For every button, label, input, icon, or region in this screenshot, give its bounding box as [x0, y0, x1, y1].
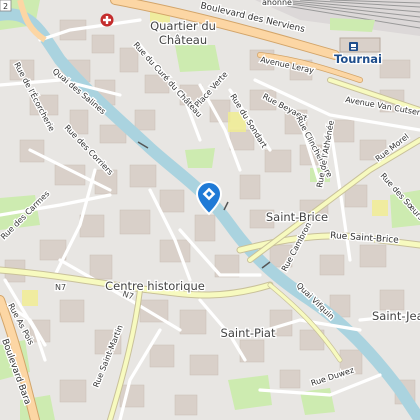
area-label-centre-historique: Centre historique — [105, 279, 205, 293]
area-label-saint-jean: Saint-Jean — [372, 309, 420, 323]
svg-text:2: 2 — [3, 2, 8, 11]
map-view[interactable]: Quartier du Château Saint-Brice Centre h… — [0, 0, 420, 420]
area-label-saint-piat: Saint-Piat — [221, 326, 276, 340]
street-label-rail-top: ahonne — [262, 0, 292, 7]
route-label-n7-west: N7 — [55, 283, 66, 292]
train-station-icon[interactable] — [349, 42, 358, 51]
route-shield: 2 — [0, 0, 12, 12]
station-label-tournai: Tournai — [334, 52, 382, 66]
hospital-icon[interactable] — [100, 13, 114, 27]
area-label-quartier-line2: Château — [159, 33, 207, 47]
station-building — [339, 37, 381, 53]
area-label-quartier-line1: Quartier du — [150, 19, 216, 33]
area-label-saint-brice: Saint-Brice — [266, 210, 328, 224]
map-canvas[interactable]: Quartier du Château Saint-Brice Centre h… — [0, 0, 420, 420]
